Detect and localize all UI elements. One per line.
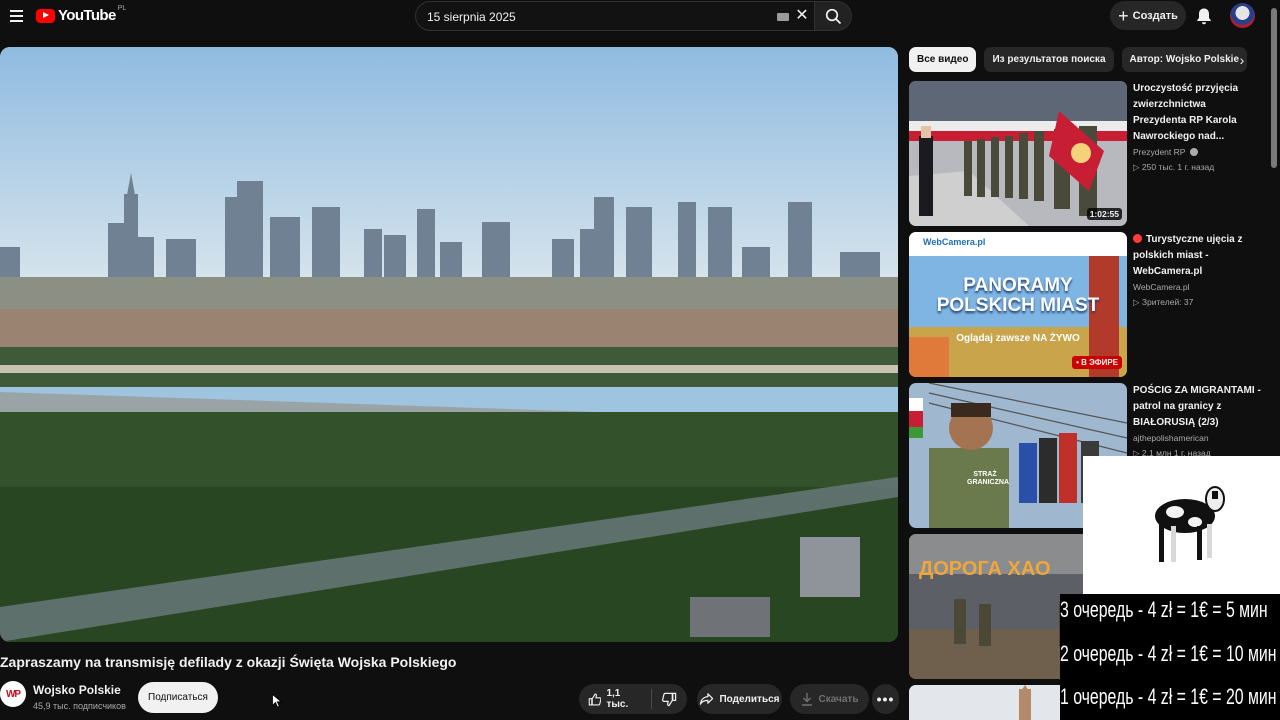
recommendation-channel[interactable]: ajthepolishamerican [1133, 433, 1261, 443]
queue-line-3: 3 очередь - 4 zł = 1€ = 5 мин [1060, 597, 1268, 622]
search-icon [825, 8, 842, 25]
chip-all-videos[interactable]: Все видео [909, 47, 977, 72]
create-label: Создать [1132, 9, 1178, 22]
recommendation-meta: Turystyczne ujęcia z polskich miast - We… [1133, 232, 1261, 308]
chip-by-author[interactable]: Автор: Wojsko Polskie [1121, 47, 1248, 72]
clear-search-icon[interactable]: ✕ [793, 7, 811, 25]
recommendation-thumbnail[interactable]: 1:02:55 [909, 81, 1127, 226]
dancing-cow-image [1155, 486, 1225, 562]
live-badge: • В ЭФИРЕ [1072, 356, 1122, 369]
share-button[interactable]: Поделиться [697, 684, 782, 714]
recommendation-stats: ▷ Зрителей: 37 [1133, 297, 1194, 307]
queue-price-overlay: 3 очередь - 4 zł = 1€ = 5 мин 2 очередь … [1060, 594, 1280, 720]
video-title: Zapraszamy na transmisję defilady z okaz… [0, 654, 457, 670]
queue-line-1: 1 очередь - 4 zł = 1€ = 20 мин [1060, 684, 1277, 709]
play-logo-icon [36, 8, 55, 23]
recommendation-channel[interactable]: WebCamera.pl [1133, 282, 1261, 292]
video-player[interactable] [0, 47, 898, 642]
create-button[interactable]: + Создать [1110, 1, 1186, 30]
channel-subscriber-count: 45,9 тыс. подписчиков [33, 701, 126, 711]
channel-name[interactable]: Wojsko Polskie [33, 683, 121, 697]
recommendation-title[interactable]: POŚCIG ZA MIGRANTAMI - patrol na granicy… [1133, 383, 1261, 431]
queue-line-2: 2 очередь - 4 zł = 1€ = 10 мин [1060, 641, 1277, 666]
webcamera-brand: WebCamera.pl [923, 237, 986, 247]
recommendation-meta: Uroczystość przyjęcia zwierzchnictwa Pre… [1133, 81, 1261, 173]
menu-icon[interactable] [4, 4, 28, 28]
more-actions-icon[interactable]: ••• [872, 684, 899, 714]
mouse-cursor-icon [272, 694, 282, 708]
thumbs-down-icon [662, 692, 677, 706]
recommendation-meta: POŚCIG ZA MIGRANTAMI - patrol na granicy… [1133, 383, 1261, 459]
patrol-badge-text: STRAŻ GRANICZNA [967, 471, 1009, 486]
recommendation-item[interactable]: WebCamera.pl PANORAMY POLSKICH MIAST Ogl… [909, 232, 1261, 377]
subscribe-button[interactable]: Подписаться [138, 682, 218, 713]
recommendation-title-text: Turystyczne ujęcia z polskich miast - We… [1133, 234, 1243, 277]
recommendation-title[interactable]: Uroczystość przyjęcia zwierzchnictwa Pre… [1133, 81, 1261, 145]
live-indicator-icon [1133, 234, 1142, 243]
account-avatar[interactable] [1230, 3, 1255, 28]
download-button[interactable]: Скачать [790, 684, 869, 714]
ceremony-thumbnail-image [909, 81, 1127, 226]
logo-text: YouTube [58, 7, 116, 24]
like-button[interactable]: 1,1 тыс. [579, 688, 652, 710]
share-arrow-icon [700, 693, 714, 705]
youtube-logo[interactable]: YouTube PL [36, 5, 127, 24]
top-bar: YouTube PL 15 sierpnia 2025 ✕ + Создать [0, 0, 1280, 32]
panorama-thumbnail-subtitle: Oglądaj zawsze NA ŻYWO [956, 333, 1080, 344]
recommendation-item[interactable]: 1:02:55 Uroczystość przyjęcia zwierzchni… [909, 81, 1261, 226]
download-label: Скачать [818, 693, 859, 705]
panorama-thumbnail-title: PANORAMY POLSKICH MIAST [936, 275, 1100, 316]
verified-check-icon [1189, 148, 1198, 156]
chevron-right-icon[interactable]: › [1234, 52, 1250, 68]
search-button[interactable] [814, 1, 852, 31]
recommendation-channel[interactable]: Prezydent RP [1133, 147, 1261, 157]
channel-avatar[interactable]: WP [0, 681, 26, 707]
like-count: 1,1 тыс. [606, 688, 629, 710]
share-label: Поделиться [719, 693, 780, 705]
notifications-bell-icon[interactable] [1194, 6, 1214, 26]
search-value: 15 sierpnia 2025 [427, 10, 516, 24]
thumbs-up-icon [588, 692, 602, 706]
filter-chips: Все видео Из результатов поиска Автор: W… [909, 47, 1248, 73]
recommendation-channel-name: Prezydent RP [1133, 147, 1186, 157]
stream-overlay-panel [1083, 456, 1280, 594]
recommendation-stats: ▷ 250 тыс. 1 г. назад [1133, 162, 1215, 172]
chip-from-search[interactable]: Из результатов поиска [984, 47, 1114, 72]
channel-avatar-text: WP [5, 688, 21, 700]
page-scrollbar[interactable] [1271, 8, 1277, 168]
video-duration: 1:02:55 [1086, 208, 1122, 220]
keyboard-icon[interactable] [777, 13, 789, 21]
like-dislike-group: 1,1 тыс. [579, 684, 687, 714]
video-frame-warsaw-skyline [0, 47, 898, 642]
download-icon [801, 693, 812, 706]
dislike-button[interactable] [652, 692, 687, 707]
plus-icon: + [1118, 5, 1129, 26]
search-input[interactable]: 15 sierpnia 2025 ✕ [415, 1, 820, 31]
logo-region: PL [117, 5, 127, 12]
recommendation-thumbnail[interactable]: WebCamera.pl PANORAMY POLSKICH MIAST Ogl… [909, 232, 1127, 377]
chaos-road-thumbnail-title: ДОРОГА ХАО [919, 558, 1051, 580]
recommendation-title[interactable]: Turystyczne ujęcia z polskich miast - We… [1133, 232, 1261, 280]
